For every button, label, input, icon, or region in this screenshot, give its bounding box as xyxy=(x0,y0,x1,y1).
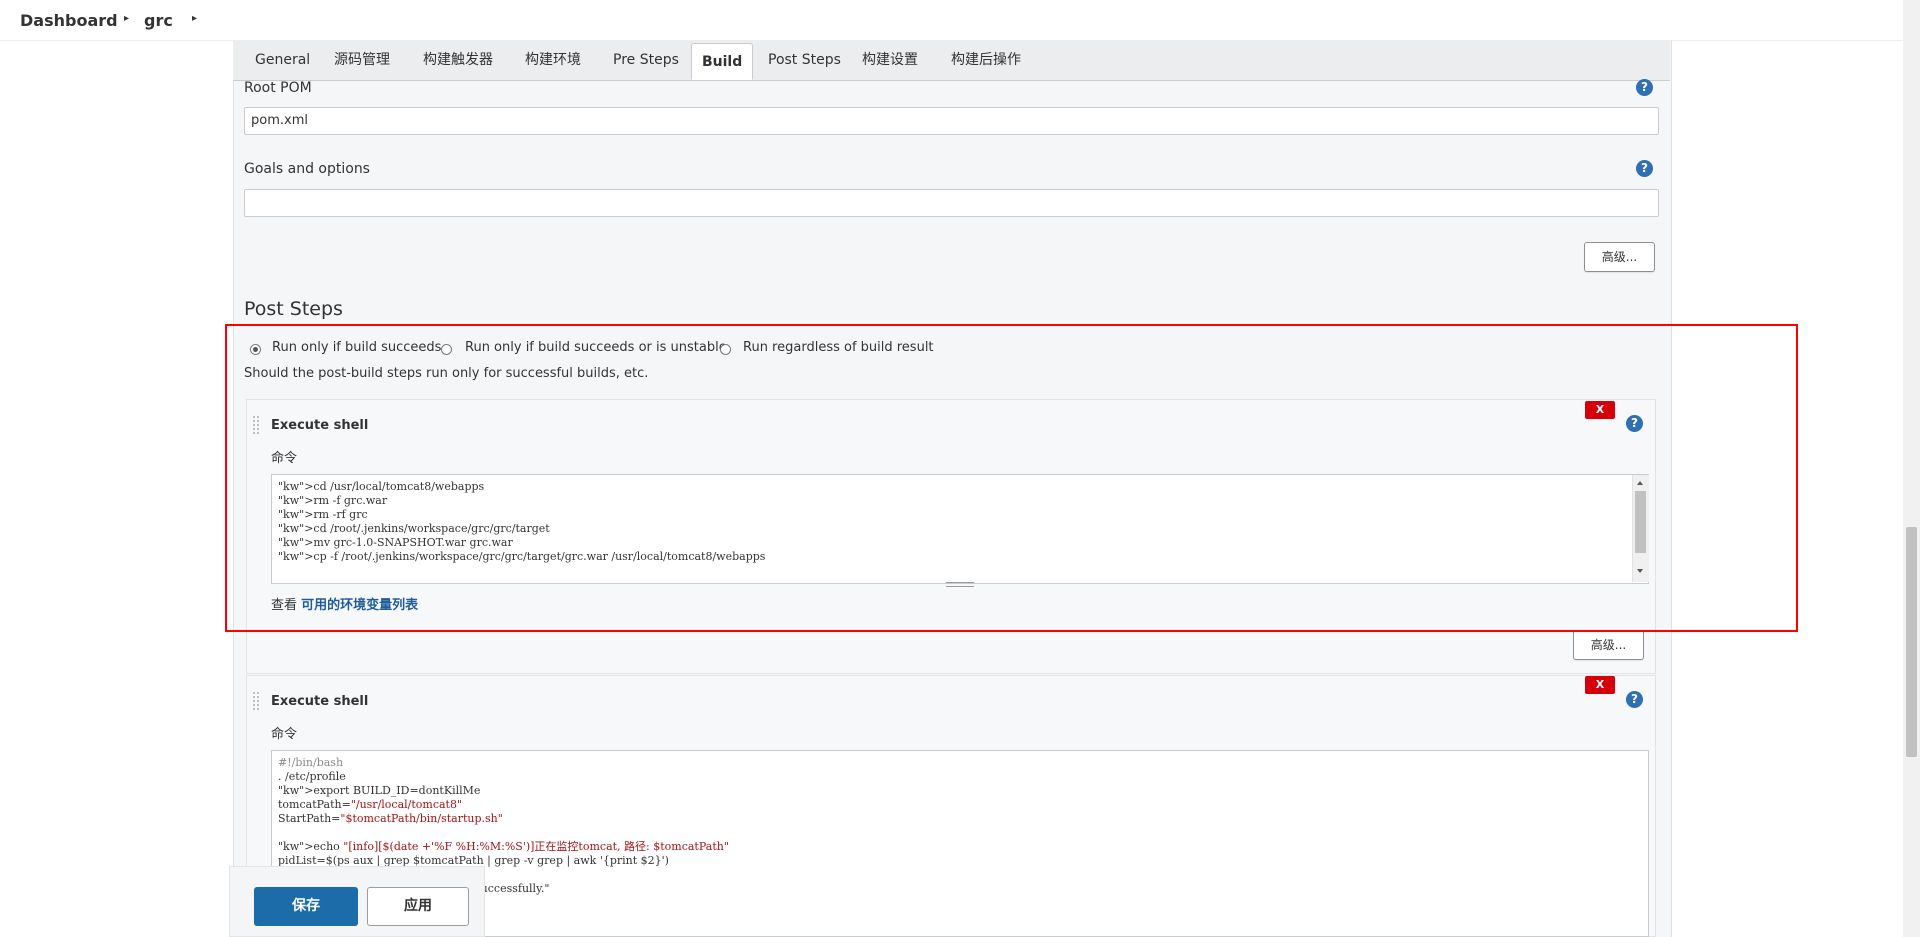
radio-regardless[interactable] xyxy=(720,344,731,355)
step-title: Execute shell xyxy=(271,418,369,433)
apply-button[interactable]: 应用 xyxy=(367,887,469,926)
drag-handle-icon[interactable] xyxy=(252,691,260,711)
code-line: tomcatPath="/usr/local/tomcat8" xyxy=(278,798,463,811)
code-line: "kw">cp -f /root/.jenkins/workspace/grc/… xyxy=(278,550,766,563)
code-line: StartPath="$tomcatPath/bin/startup.sh" xyxy=(278,812,503,825)
delete-step-button[interactable]: X xyxy=(1585,401,1615,419)
scroll-down-icon[interactable] xyxy=(1637,569,1643,573)
config-tabs: General 源码管理 构建触发器 构建环境 Pre Steps Build … xyxy=(233,40,1670,81)
code-line: "kw">cd /root/.jenkins/workspace/grc/grc… xyxy=(278,522,550,535)
post-steps-title: Post Steps xyxy=(244,298,343,320)
root-pom-label: Root POM xyxy=(244,80,312,96)
step-advanced-button[interactable]: 高级... xyxy=(1573,630,1644,660)
scroll-up-icon[interactable] xyxy=(1637,481,1643,485)
help-icon[interactable]: ? xyxy=(1636,160,1653,177)
code-line: "kw">export BUILD_ID=dontKillMe xyxy=(278,784,481,797)
tab-pre-steps[interactable]: Pre Steps xyxy=(613,40,679,80)
tab-build-env[interactable]: 构建环境 xyxy=(525,40,581,80)
radio-label[interactable]: Run regardless of build result xyxy=(743,340,934,355)
code-line: "kw">rm -rf grc xyxy=(278,508,368,521)
radio-success-only[interactable] xyxy=(250,344,261,355)
code-line: #!/bin/bash xyxy=(278,756,344,769)
help-icon[interactable]: ? xyxy=(1636,79,1653,96)
env-vars-line: 查看 可用的环境变量列表 xyxy=(271,594,418,613)
help-icon[interactable]: ? xyxy=(1626,691,1643,708)
command-textarea[interactable]: "kw">cd /usr/local/tomcat8/webapps "kw">r… xyxy=(271,474,1649,584)
breadcrumb-dashboard[interactable]: Dashboard xyxy=(20,11,118,30)
radio-label[interactable]: Run only if build succeeds xyxy=(272,340,441,355)
code-line: "kw">cd /usr/local/tomcat8/webapps xyxy=(278,480,485,493)
code-line: "kw">mv grc-1.0-SNAPSHOT.war grc.war xyxy=(278,536,513,549)
post-steps-hint: Should the post-build steps run only for… xyxy=(244,366,649,381)
breadcrumb-chevron-icon[interactable]: ▸ xyxy=(124,13,129,24)
goals-input[interactable] xyxy=(244,189,1659,217)
code-line: "kw">echo "[info][$(date +'%F %H:%M:%S')… xyxy=(278,840,729,853)
page-scrollbar[interactable] xyxy=(1903,0,1920,937)
step-title: Execute shell xyxy=(271,694,369,709)
root-pom-input[interactable]: pom.xml xyxy=(244,107,1659,135)
drag-handle-icon[interactable] xyxy=(252,415,260,435)
tab-post-build-actions[interactable]: 构建后操作 xyxy=(951,40,1021,80)
save-button[interactable]: 保存 xyxy=(254,887,358,926)
tab-triggers[interactable]: 构建触发器 xyxy=(423,40,493,80)
radio-success-or-unstable[interactable] xyxy=(441,344,452,355)
tab-post-steps[interactable]: Post Steps xyxy=(768,40,841,80)
code-line: . /etc/profile xyxy=(278,770,346,783)
radio-label[interactable]: Run only if build succeeds or is unstabl… xyxy=(465,340,727,355)
tab-scm[interactable]: 源码管理 xyxy=(334,40,390,80)
breadcrumb-bar: Dashboard ▸ grc ▸ xyxy=(0,0,1920,41)
command-label: 命令 xyxy=(271,451,298,466)
env-vars-link[interactable]: 可用的环境变量列表 xyxy=(301,598,418,613)
resize-grip-icon[interactable] xyxy=(946,582,974,587)
goals-label: Goals and options xyxy=(244,161,370,177)
tab-build-settings[interactable]: 构建设置 xyxy=(862,40,918,80)
tab-build[interactable]: Build xyxy=(691,43,754,80)
textarea-scroll-thumb[interactable] xyxy=(1635,491,1646,553)
breadcrumb-chevron-icon[interactable]: ▸ xyxy=(192,13,197,24)
code-line: "kw">rm -f grc.war xyxy=(278,494,388,507)
breadcrumb-job[interactable]: grc xyxy=(144,11,173,30)
build-advanced-button[interactable]: 高级... xyxy=(1584,242,1655,272)
delete-step-button[interactable]: X xyxy=(1585,676,1615,694)
command-label: 命令 xyxy=(271,727,298,742)
env-vars-prefix: 查看 xyxy=(271,598,298,613)
page-scroll-thumb[interactable] xyxy=(1906,527,1917,757)
help-icon[interactable]: ? xyxy=(1626,415,1643,432)
tab-general[interactable]: General xyxy=(255,40,310,80)
